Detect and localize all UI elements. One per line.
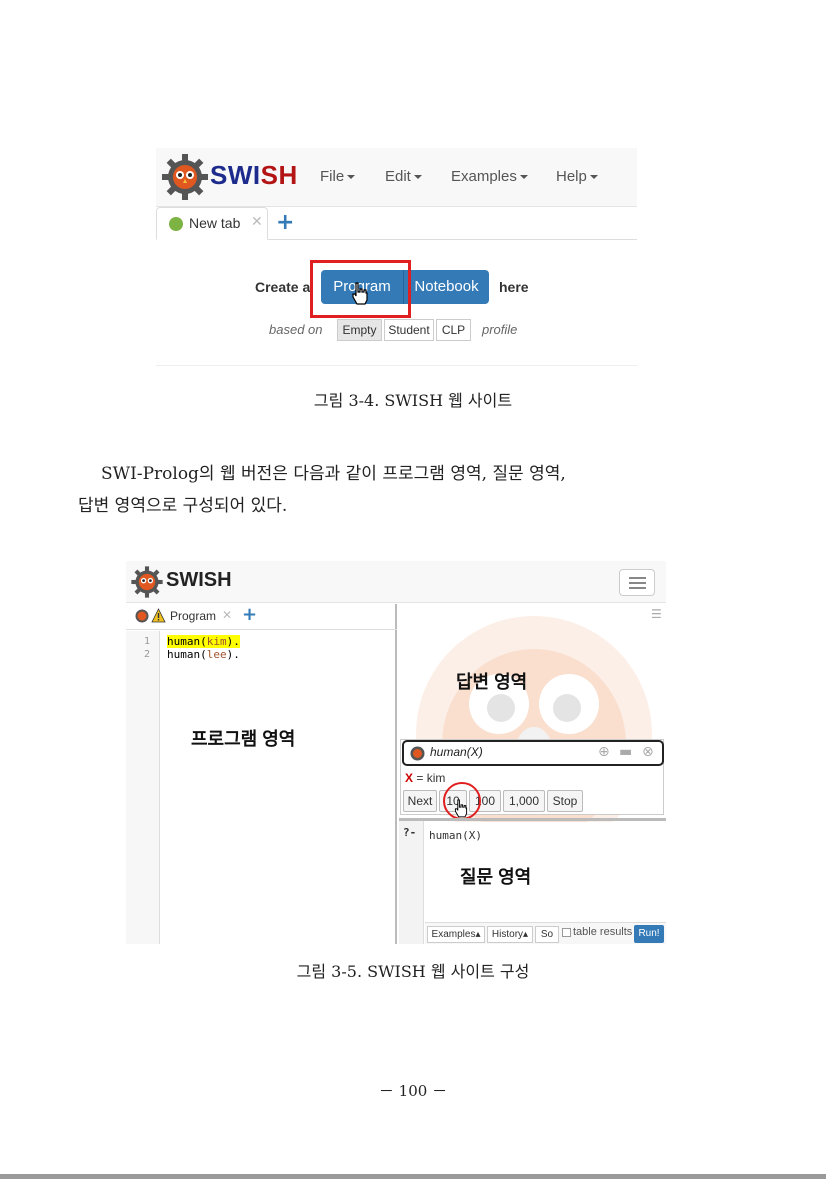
profile-suffix-text: profile bbox=[482, 322, 518, 337]
query-toolbar: Examples▴ History▴ So table results Run! bbox=[425, 922, 666, 944]
navbar: SWISH File Edit Examples Help bbox=[156, 148, 637, 207]
menu-examples[interactable]: Examples bbox=[451, 168, 528, 185]
minimize-icon[interactable]: ▬ bbox=[619, 744, 632, 760]
paragraph-line-2: 답변 영역으로 구성되어 있다. bbox=[78, 496, 288, 516]
label-program-area: 프로그램 영역 bbox=[191, 729, 296, 749]
tab-label: New tab bbox=[189, 215, 241, 231]
paragraph-line-1: SWI-Prolog의 웹 버전은 다음과 같이 프로그램 영역, 질문 영역, bbox=[101, 464, 566, 484]
brand-title[interactable]: SWISH bbox=[210, 160, 298, 191]
tab-bar: Program ✕ + bbox=[126, 604, 397, 630]
page-number: － 100 － bbox=[378, 1082, 448, 1100]
close-icon[interactable]: ✕ bbox=[251, 214, 263, 230]
menu-edit[interactable]: Edit bbox=[385, 168, 422, 185]
hand-cursor-icon bbox=[352, 282, 368, 305]
next-button[interactable]: Next bbox=[403, 790, 437, 812]
add-tab-icon[interactable]: + bbox=[276, 210, 294, 235]
query-header: human(X) ⊕ ▬ ⊗ bbox=[402, 740, 664, 766]
close-icon[interactable]: ✕ bbox=[222, 608, 232, 622]
warning-icon bbox=[151, 608, 166, 623]
tab-program[interactable]: Program bbox=[170, 609, 216, 623]
solutions-button[interactable]: So bbox=[535, 926, 559, 943]
create-suffix: here bbox=[499, 279, 529, 295]
label-query-area: 질문 영역 bbox=[460, 867, 532, 887]
figure-swish-website: SWISH File Edit Examples Help New tab ✕ … bbox=[156, 148, 637, 367]
chevron-down-icon bbox=[519, 175, 528, 180]
swish-logo-icon bbox=[131, 566, 163, 598]
hand-cursor-icon bbox=[454, 799, 468, 818]
answer-box: human(X) ⊕ ▬ ⊗ X = kim Next 10 100 1,000… bbox=[400, 739, 664, 820]
footer-rule bbox=[0, 1174, 826, 1179]
chevron-down-icon bbox=[413, 175, 422, 180]
answer-pane: ☰ human(X) ⊕ ▬ ⊗ X = kim Next 10 100 1,0… bbox=[399, 604, 666, 944]
new-tab-icon bbox=[169, 217, 183, 231]
profile-clp-button[interactable]: CLP bbox=[436, 319, 471, 341]
examples-button[interactable]: Examples▴ bbox=[427, 926, 485, 943]
query-header-text: human(X) bbox=[430, 745, 483, 759]
swish-logo-icon bbox=[135, 609, 149, 623]
add-tab-icon[interactable]: + bbox=[242, 604, 257, 625]
code-line[interactable]: human(kim). bbox=[167, 635, 240, 648]
brand-title[interactable]: SWISH bbox=[166, 569, 232, 592]
answer-text: X = kim bbox=[405, 771, 446, 785]
table-results-checkbox[interactable] bbox=[562, 928, 571, 937]
swish-logo-icon bbox=[162, 154, 208, 200]
query-gutter bbox=[399, 821, 424, 944]
divider bbox=[156, 365, 637, 366]
line-number: 2 bbox=[144, 649, 151, 660]
pane-menu-icon[interactable]: ☰ bbox=[651, 607, 662, 621]
tab-bar: New tab ✕ + bbox=[156, 207, 637, 240]
chevron-down-icon bbox=[589, 175, 598, 180]
program-pane: Program ✕ + 1 2 human(kim). human(lee). bbox=[126, 604, 397, 944]
run-button[interactable]: Run! bbox=[634, 925, 664, 943]
table-results-label: table results bbox=[573, 926, 633, 938]
close-icon[interactable]: ⊗ bbox=[642, 744, 654, 760]
query-prompt: ?- bbox=[403, 826, 417, 839]
query-editor[interactable]: human(X) bbox=[429, 829, 482, 842]
line-number-gutter bbox=[126, 631, 160, 944]
profile-empty-button[interactable]: Empty bbox=[337, 319, 382, 341]
navbar: SWISH bbox=[126, 561, 666, 603]
figure-swish-layout: SWISH Program ✕ + 1 2 human(kim). human(… bbox=[126, 561, 666, 944]
caption-figure-3-4: 그림 3-4. SWISH 웹 사이트 bbox=[313, 391, 513, 410]
gear-icon bbox=[410, 746, 425, 761]
code-line[interactable]: human(lee). bbox=[167, 648, 240, 661]
chevron-down-icon bbox=[347, 175, 356, 180]
tab-new[interactable]: New tab ✕ bbox=[156, 207, 268, 240]
download-icon[interactable]: ⊕ bbox=[598, 744, 610, 760]
stop-button[interactable]: Stop bbox=[547, 790, 583, 812]
profile-student-button[interactable]: Student bbox=[384, 319, 434, 341]
menu-help[interactable]: Help bbox=[556, 168, 598, 185]
menu-toggle-button[interactable] bbox=[619, 569, 655, 596]
notebook-button[interactable]: Notebook bbox=[403, 270, 489, 304]
label-answer-area: 답변 영역 bbox=[456, 672, 528, 692]
based-on-text: based on bbox=[269, 322, 323, 337]
menu-file[interactable]: File bbox=[320, 168, 356, 185]
line-number: 1 bbox=[144, 636, 151, 647]
caption-figure-3-5: 그림 3-5. SWISH 웹 사이트 구성 bbox=[296, 962, 530, 981]
next-1000-button[interactable]: 1,000 bbox=[503, 790, 545, 812]
history-button[interactable]: History▴ bbox=[487, 926, 533, 943]
create-prefix: Create a bbox=[255, 279, 311, 295]
pane-splitter[interactable] bbox=[399, 818, 666, 821]
